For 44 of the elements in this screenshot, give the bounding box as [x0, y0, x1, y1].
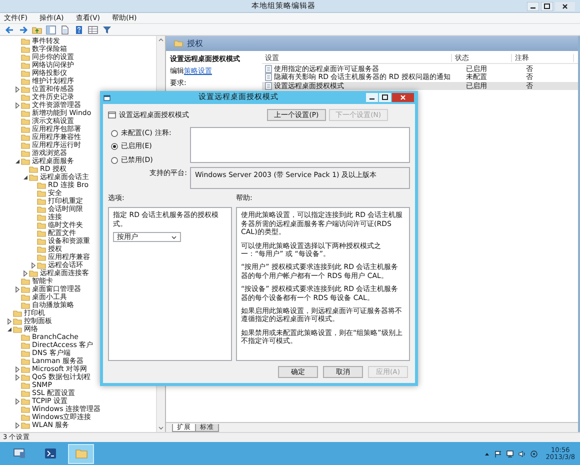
- terminal-icon: [44, 447, 56, 460]
- scroll-up-button[interactable]: [157, 36, 165, 44]
- status-icon[interactable]: [530, 450, 538, 458]
- expand-arrow-icon[interactable]: [14, 86, 21, 92]
- maximize-button[interactable]: [541, 2, 553, 10]
- caret-icon: [171, 234, 177, 240]
- expand-arrow-icon[interactable]: [14, 398, 21, 404]
- window-icon: [103, 94, 111, 102]
- expand-arrow-icon[interactable]: [30, 262, 37, 268]
- caret-icon[interactable]: [484, 450, 490, 456]
- radio-button[interactable]: [111, 143, 118, 150]
- tree-pane-icon[interactable]: [46, 24, 56, 34]
- collapse-arrow-icon[interactable]: [22, 174, 29, 180]
- minimize-button[interactable]: [527, 2, 539, 10]
- expand-arrow-icon[interactable]: [14, 366, 21, 372]
- collapse-arrow-icon[interactable]: [14, 158, 21, 164]
- network-icon[interactable]: [506, 450, 514, 458]
- folder-icon: [174, 40, 183, 47]
- folder-up-icon[interactable]: [32, 24, 42, 34]
- back-arrow-icon[interactable]: [4, 24, 14, 34]
- section-title: 授权: [187, 40, 203, 48]
- folder-icon: [74, 447, 88, 460]
- server-icon: [12, 447, 26, 460]
- expand-arrow-icon[interactable]: [14, 286, 21, 292]
- flag-icon[interactable]: [494, 450, 502, 458]
- radio-button[interactable]: [111, 130, 118, 137]
- policy-icon: [108, 111, 116, 119]
- minimize-button[interactable]: [366, 93, 378, 102]
- maximize-button[interactable]: [379, 93, 391, 102]
- volume-icon[interactable]: [518, 450, 526, 458]
- scroll-down-button[interactable]: [157, 424, 165, 432]
- radio-button[interactable]: [111, 156, 118, 164]
- expand-arrow-icon[interactable]: [14, 102, 21, 108]
- grid-icon[interactable]: [88, 24, 98, 34]
- expand-arrow-icon[interactable]: [14, 374, 21, 380]
- forward-arrow-icon[interactable]: [18, 24, 28, 34]
- expand-arrow-icon[interactable]: [6, 318, 13, 324]
- expand-arrow-icon[interactable]: [22, 270, 29, 276]
- close-button[interactable]: [555, 2, 575, 10]
- collapse-arrow-icon[interactable]: [6, 326, 13, 332]
- document-icon[interactable]: [60, 24, 70, 34]
- comment-field[interactable]: [190, 127, 410, 163]
- help-icon[interactable]: [74, 24, 84, 34]
- expand-arrow-icon[interactable]: [14, 422, 21, 428]
